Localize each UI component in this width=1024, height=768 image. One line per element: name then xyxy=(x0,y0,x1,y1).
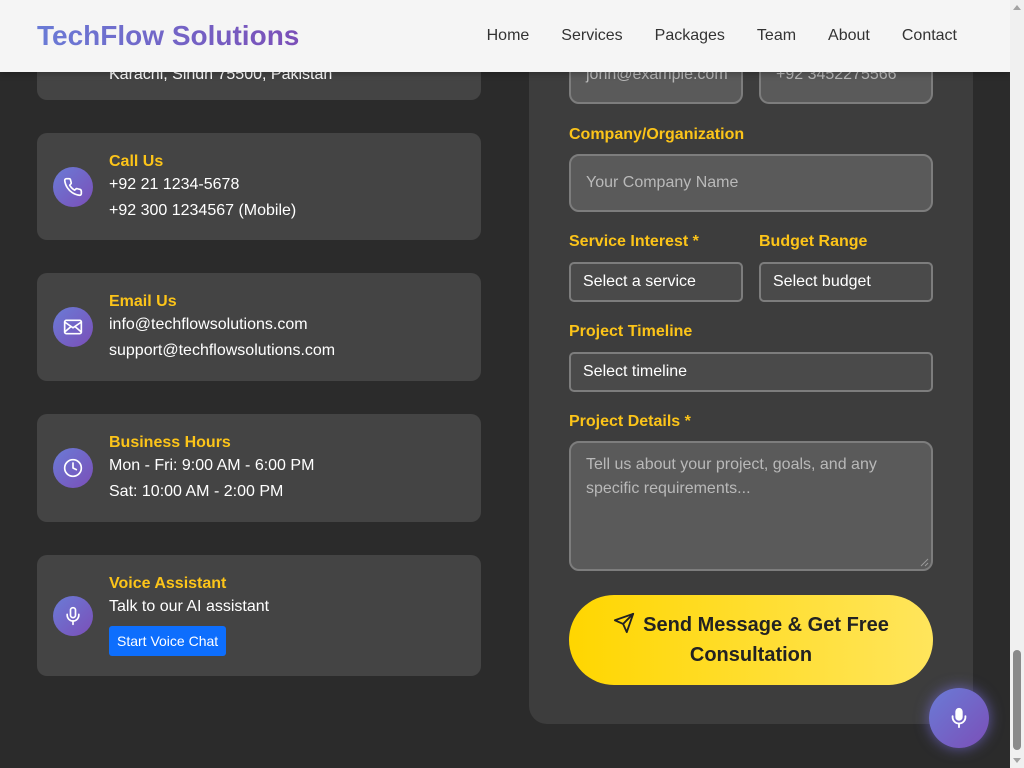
resize-grip-icon[interactable] xyxy=(919,557,929,567)
hours-title: Business Hours xyxy=(109,434,231,451)
page-scrollbar[interactable] xyxy=(1010,0,1024,768)
service-interest-label: Service Interest * xyxy=(569,233,699,250)
project-details-textarea[interactable]: Tell us about your project, goals, and a… xyxy=(569,441,933,571)
hours-saturday: Sat: 10:00 AM - 2:00 PM xyxy=(109,483,284,500)
send-message-button[interactable]: Send Message & Get Free Consultation xyxy=(569,595,933,685)
service-select[interactable]: Select a service xyxy=(569,262,743,302)
phone-mobile: +92 300 1234567 (Mobile) xyxy=(109,202,297,219)
service-select-value: Select a service xyxy=(583,273,696,290)
project-details-placeholder: Tell us about your project, goals, and a… xyxy=(586,456,877,497)
company-field[interactable]: Your Company Name xyxy=(569,154,933,212)
budget-range-label: Budget Range xyxy=(759,233,868,250)
nav-home[interactable]: Home xyxy=(487,27,530,45)
send-message-label: Send Message & Get Free Consultation xyxy=(643,614,889,666)
microphone-icon xyxy=(53,595,93,636)
budget-select-value: Select budget xyxy=(773,273,871,290)
email-title: Email Us xyxy=(109,293,177,310)
nav-services[interactable]: Services xyxy=(561,27,622,45)
voice-assistant-card: Voice Assistant Talk to our AI assistant… xyxy=(37,555,481,676)
brand-logo[interactable]: TechFlow Solutions xyxy=(37,20,299,52)
site-header: TechFlow Solutions Home Services Package… xyxy=(0,0,1010,72)
nav-packages[interactable]: Packages xyxy=(655,27,725,45)
project-timeline-label: Project Timeline xyxy=(569,323,693,340)
hours-card: Business Hours Mon - Fri: 9:00 AM - 6:00… xyxy=(37,414,481,522)
voice-description: Talk to our AI assistant xyxy=(109,598,270,615)
main-nav: Home Services Packages Team About Contac… xyxy=(487,27,957,45)
phone-landline: +92 21 1234-5678 xyxy=(109,176,240,193)
clock-icon xyxy=(53,448,93,488)
scroll-up-arrow-icon[interactable] xyxy=(1013,5,1021,10)
call-title: Call Us xyxy=(109,153,164,170)
email-card: Email Us info@techflowsolutions.com supp… xyxy=(37,273,481,381)
project-details-label: Project Details * xyxy=(569,413,691,430)
send-icon xyxy=(614,612,635,634)
mail-icon xyxy=(53,307,93,347)
nav-contact[interactable]: Contact xyxy=(902,27,957,45)
company-placeholder: Your Company Name xyxy=(586,174,739,191)
company-label: Company/Organization xyxy=(569,126,745,143)
call-card: Call Us +92 21 1234-5678 +92 300 1234567… xyxy=(37,133,481,240)
floating-voice-button[interactable] xyxy=(929,688,989,748)
voice-title: Voice Assistant xyxy=(109,575,227,592)
timeline-select-value: Select timeline xyxy=(583,363,688,380)
email-info: info@techflowsolutions.com xyxy=(109,316,308,333)
hours-weekday: Mon - Fri: 9:00 AM - 6:00 PM xyxy=(109,457,315,474)
timeline-select[interactable]: Select timeline xyxy=(569,352,933,392)
email-support: support@techflowsolutions.com xyxy=(109,342,336,359)
scroll-down-arrow-icon[interactable] xyxy=(1013,758,1021,763)
nav-team[interactable]: Team xyxy=(757,27,796,45)
nav-about[interactable]: About xyxy=(828,27,870,45)
microphone-icon xyxy=(951,707,967,729)
phone-icon xyxy=(53,166,93,207)
scrollbar-thumb[interactable] xyxy=(1013,650,1021,750)
budget-select[interactable]: Select budget xyxy=(759,262,933,302)
start-voice-chat-button[interactable]: Start Voice Chat xyxy=(109,626,227,656)
